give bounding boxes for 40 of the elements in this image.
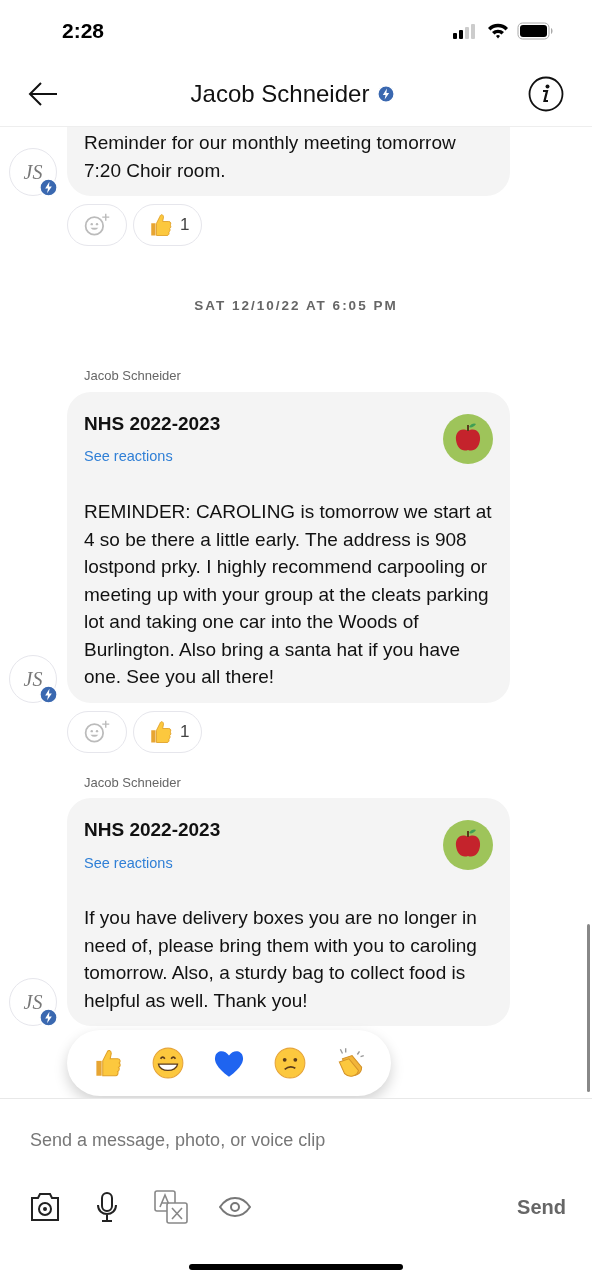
add-reaction-button[interactable]	[67, 204, 127, 246]
eye-icon[interactable]	[218, 1195, 252, 1219]
see-reactions-link[interactable]: See reactions	[84, 446, 221, 468]
status-time: 2:28	[62, 18, 105, 45]
message-text: Reminder for our monthly meeting tomorrow 7:20 Choir room.	[84, 131, 457, 183]
verified-badge-icon	[39, 684, 58, 704]
info-icon[interactable]	[528, 76, 564, 112]
message-input[interactable]: Send a message, photo, or voice clip	[30, 1127, 562, 1154]
sender-name: Jacob Schneider	[84, 773, 182, 792]
avatar[interactable]: JS	[9, 654, 57, 703]
camera-icon[interactable]	[30, 1192, 60, 1222]
verified-badge-icon	[377, 85, 396, 103]
verified-badge-icon	[39, 178, 58, 197]
avatar-initials: JS	[23, 160, 43, 185]
group-title: NHS 2022-2023	[84, 818, 221, 842]
avatar-initials: JS	[23, 990, 43, 1016]
confused-face-icon[interactable]	[272, 1046, 307, 1081]
avatar[interactable]: JS	[9, 148, 57, 196]
group-title: NHS 2022-2023	[84, 411, 221, 436]
verified-badge-icon	[39, 1008, 58, 1028]
sender-name: Jacob Schneider	[84, 367, 182, 386]
translate-icon[interactable]	[154, 1190, 188, 1224]
date-divider: SAT 12/10/22 AT 6:05 PM	[194, 297, 398, 315]
grinning-face-icon[interactable]	[151, 1046, 186, 1081]
message-text: If you have delivery boxes you are no longer in need of, please bring them with you to caroling tomorrow. Also, a sturdy bag to collect food is helpful as well. Thank you!	[84, 906, 478, 1013]
reaction-count: 1	[180, 720, 190, 743]
message-text: REMINDER: CAROLING is tomorrow we start at 4 so be there a little early. The address is 908 lostpond prky. I highly recommend carpooling or meeting up with your group at the cleats parking lot and taking one car into the Woods of Burlington. Also bring a santa hat if you have one. See you all there!	[84, 500, 493, 689]
see-reactions-link[interactable]: See reactions	[84, 852, 221, 875]
back-arrow-icon[interactable]	[28, 81, 58, 107]
reaction-chip[interactable]: 1	[133, 710, 203, 753]
wifi-icon	[487, 23, 509, 39]
conversation-title: Jacob Schneider	[190, 79, 370, 109]
send-button[interactable]: Send	[517, 1192, 566, 1222]
add-reaction-button[interactable]	[67, 710, 127, 753]
reaction-count: 1	[180, 214, 190, 237]
avatar-initials: JS	[23, 666, 43, 692]
microphone-icon[interactable]	[95, 1191, 119, 1223]
reaction-chip[interactable]: 1	[133, 204, 203, 246]
battery-icon	[517, 22, 554, 40]
avatar[interactable]: JS	[9, 978, 57, 1027]
